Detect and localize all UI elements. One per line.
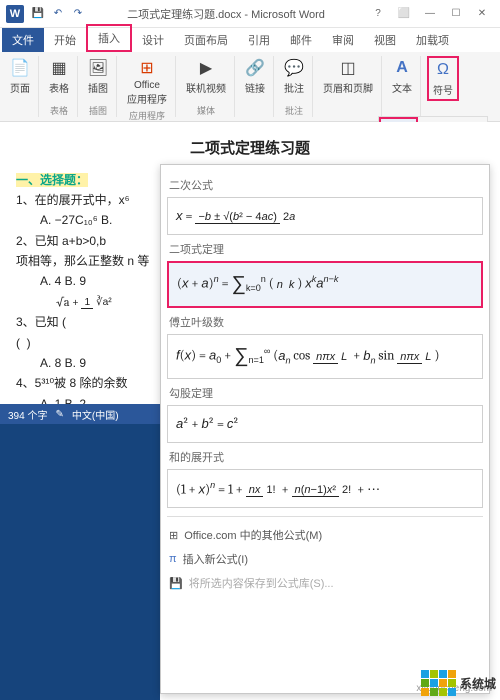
ribbon-display-icon[interactable]: ⬜	[392, 5, 416, 23]
table-button[interactable]: ▦表格	[45, 56, 73, 97]
group-header-footer: ◫页眉和页脚	[315, 56, 382, 117]
group-links: 🔗链接	[237, 56, 274, 117]
group-symbols: Ω符号	[423, 56, 463, 117]
language[interactable]: 中文(中国)	[72, 407, 119, 422]
video-icon: ▶	[196, 58, 216, 78]
group-label: 表格	[50, 104, 68, 117]
eq-expansion[interactable]: (1 + x)n = 1 + nx1! + n(n−1)x²2! + ⋯	[167, 469, 483, 508]
text-icon: A	[392, 58, 412, 78]
ribbon: 📄页面 ▦表格 表格 🖼插图 插图 ⊞Office 应用程序 应用程序 ▶联机视…	[0, 52, 500, 122]
eq-binomial[interactable]: (x + a)n = ∑k=0n (nk) xkan−k	[167, 261, 483, 308]
titlebar: W 💾 ↶ ↷ 二项式定理练习题.docx - Microsoft Word ?…	[0, 0, 500, 28]
apps-icon: ⊞	[137, 58, 157, 78]
eq-category-fourier: 傅立叶级数	[169, 314, 481, 330]
symbol-button[interactable]: Ω符号	[427, 56, 459, 101]
tab-review[interactable]: 审阅	[322, 28, 364, 52]
group-tables: ▦表格 表格	[41, 56, 78, 117]
online-video-button[interactable]: ▶联机视频	[182, 56, 230, 97]
eq-quadratic[interactable]: x = −b ± √(b² − 4ac)2a	[167, 197, 483, 235]
link-icon: 🔗	[245, 58, 265, 78]
window-controls: ? ⬜ — ☐ ✕	[366, 5, 494, 23]
pi-icon: π	[169, 553, 177, 565]
section-heading: 一、选择题：	[16, 173, 88, 187]
save-icon[interactable]: 💾	[30, 6, 46, 22]
pages-button[interactable]: 📄页面	[6, 56, 34, 97]
header-footer-button[interactable]: ◫页眉和页脚	[319, 56, 377, 97]
logo-corner: 系统城	[421, 670, 496, 696]
eq-category-expansion: 和的展开式	[169, 449, 481, 465]
office-icon: ⊞	[169, 529, 178, 542]
group-label: 批注	[285, 104, 303, 117]
comment-button[interactable]: 💬批注	[280, 56, 308, 97]
table-icon: ▦	[49, 58, 69, 78]
proofing-icon[interactable]: ✎	[55, 409, 63, 420]
help-icon[interactable]: ?	[366, 5, 390, 23]
logo-text: 系统城	[460, 675, 496, 692]
group-illustrations: 🖼插图 插图	[80, 56, 117, 117]
tab-addin[interactable]: 加载项	[406, 28, 459, 52]
insert-new-equation[interactable]: π插入新公式(I)	[167, 547, 483, 571]
group-comments: 💬批注 批注	[276, 56, 313, 117]
tab-ref[interactable]: 引用	[238, 28, 280, 52]
header-icon: ◫	[338, 58, 358, 78]
maximize-icon[interactable]: ☐	[444, 5, 468, 23]
tab-mail[interactable]: 邮件	[280, 28, 322, 52]
more-equations-office[interactable]: ⊞Office.com 中的其他公式(M)	[167, 523, 483, 547]
quick-access-toolbar: 💾 ↶ ↷	[30, 6, 86, 22]
eq-pythag[interactable]: a² + b² = c²	[167, 405, 483, 443]
page-icon: 📄	[10, 58, 30, 78]
eq-category-quadratic: 二次公式	[169, 177, 481, 193]
logo-squares-icon	[421, 670, 456, 696]
picture-icon: 🖼	[88, 58, 108, 78]
tab-layout[interactable]: 页面布局	[174, 28, 238, 52]
group-media: ▶联机视频 媒体	[178, 56, 235, 117]
ribbon-tabs: 文件 开始 插入 设计 页面布局 引用 邮件 审阅 视图 加载项	[0, 28, 500, 52]
redo-icon[interactable]: ↷	[70, 6, 86, 22]
tab-start[interactable]: 开始	[44, 28, 86, 52]
word-icon: W	[6, 5, 24, 23]
group-text: A文本	[384, 56, 421, 117]
group-pages: 📄页面	[2, 56, 39, 117]
group-label: 应用程序	[129, 109, 165, 122]
save-to-gallery: 💾将所选内容保存到公式库(S)...	[167, 571, 483, 595]
office-apps-button[interactable]: ⊞Office 应用程序	[123, 56, 171, 108]
eq-gallery-footer: ⊞Office.com 中的其他公式(M) π插入新公式(I) 💾将所选内容保存…	[167, 516, 483, 595]
page-title: 二项式定理练习题	[16, 136, 484, 162]
minimize-icon[interactable]: —	[418, 5, 442, 23]
illus-button[interactable]: 🖼插图	[84, 56, 112, 97]
omega-icon: Ω	[433, 60, 453, 80]
tab-design[interactable]: 设计	[132, 28, 174, 52]
text-button[interactable]: A文本	[388, 56, 416, 97]
group-apps: ⊞Office 应用程序 应用程序	[119, 56, 176, 117]
links-button[interactable]: 🔗链接	[241, 56, 269, 97]
app-background	[0, 424, 160, 700]
comment-icon: 💬	[284, 58, 304, 78]
tab-view[interactable]: 视图	[364, 28, 406, 52]
tab-insert[interactable]: 插入	[86, 24, 132, 52]
close-icon[interactable]: ✕	[470, 5, 494, 23]
word-count[interactable]: 394 个字	[8, 407, 47, 422]
eq-category-binomial: 二项式定理	[169, 241, 481, 257]
undo-icon[interactable]: ↶	[50, 6, 66, 22]
window-title: 二项式定理练习题.docx - Microsoft Word	[86, 6, 366, 22]
group-label: 媒体	[197, 104, 215, 117]
group-label: 插图	[89, 104, 107, 117]
tab-file[interactable]: 文件	[2, 28, 44, 52]
eq-category-pythag: 勾股定理	[169, 385, 481, 401]
eq-fourier[interactable]: f(x) = a0 + ∑n=1∞ (an cos nπxL + bn sin …	[167, 334, 483, 379]
save-icon: 💾	[169, 577, 183, 590]
status-bar: 394 个字 ✎ 中文(中国)	[0, 404, 160, 424]
equation-gallery: 二次公式 x = −b ± √(b² − 4ac)2a 二项式定理 (x + a…	[160, 164, 490, 694]
